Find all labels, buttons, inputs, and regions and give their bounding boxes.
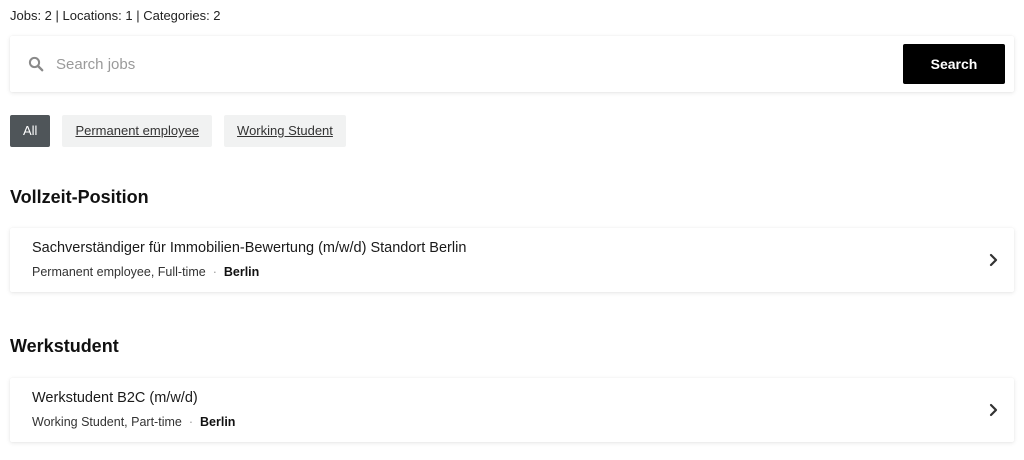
section-title-vollzeit: Vollzeit-Position [10, 187, 149, 207]
search-input[interactable] [56, 50, 886, 78]
section-title-werkstudent: Werkstudent [10, 336, 119, 356]
search-bar: Search [10, 36, 1014, 92]
chevron-right-icon [989, 253, 998, 267]
job-title: Werkstudent B2C (m/w/d) [32, 390, 198, 406]
search-button[interactable]: Search [903, 44, 1005, 84]
filter-all[interactable]: All [10, 115, 51, 147]
job-card[interactable]: Sachverständiger für Immobilien-Bewertun… [10, 228, 1014, 292]
job-meta: Working Student, Part-time · Berlin [32, 415, 235, 429]
job-location: Berlin [200, 415, 236, 429]
job-type: Permanent employee, Full-time [32, 265, 206, 279]
filter-working-student[interactable]: Working Student [224, 115, 346, 147]
job-title: Sachverständiger für Immobilien-Bewertun… [32, 240, 467, 256]
meta-separator: · [188, 415, 194, 429]
job-card[interactable]: Werkstudent B2C (m/w/d) Working Student,… [10, 378, 1014, 442]
category-filters: All Permanent employee Working Student [10, 115, 346, 147]
search-icon [28, 56, 44, 72]
job-meta: Permanent employee, Full-time · Berlin [32, 265, 259, 279]
chevron-right-icon [989, 403, 998, 417]
job-type: Working Student, Part-time [32, 415, 182, 429]
filter-permanent-employee[interactable]: Permanent employee [62, 115, 213, 147]
jobs-stats: Jobs: 2 | Locations: 1 | Categories: 2 [10, 8, 221, 23]
job-location: Berlin [223, 265, 260, 279]
meta-separator: · [212, 265, 217, 279]
jobs-page: Jobs: 2 | Locations: 1 | Categories: 2 S… [0, 0, 1024, 460]
